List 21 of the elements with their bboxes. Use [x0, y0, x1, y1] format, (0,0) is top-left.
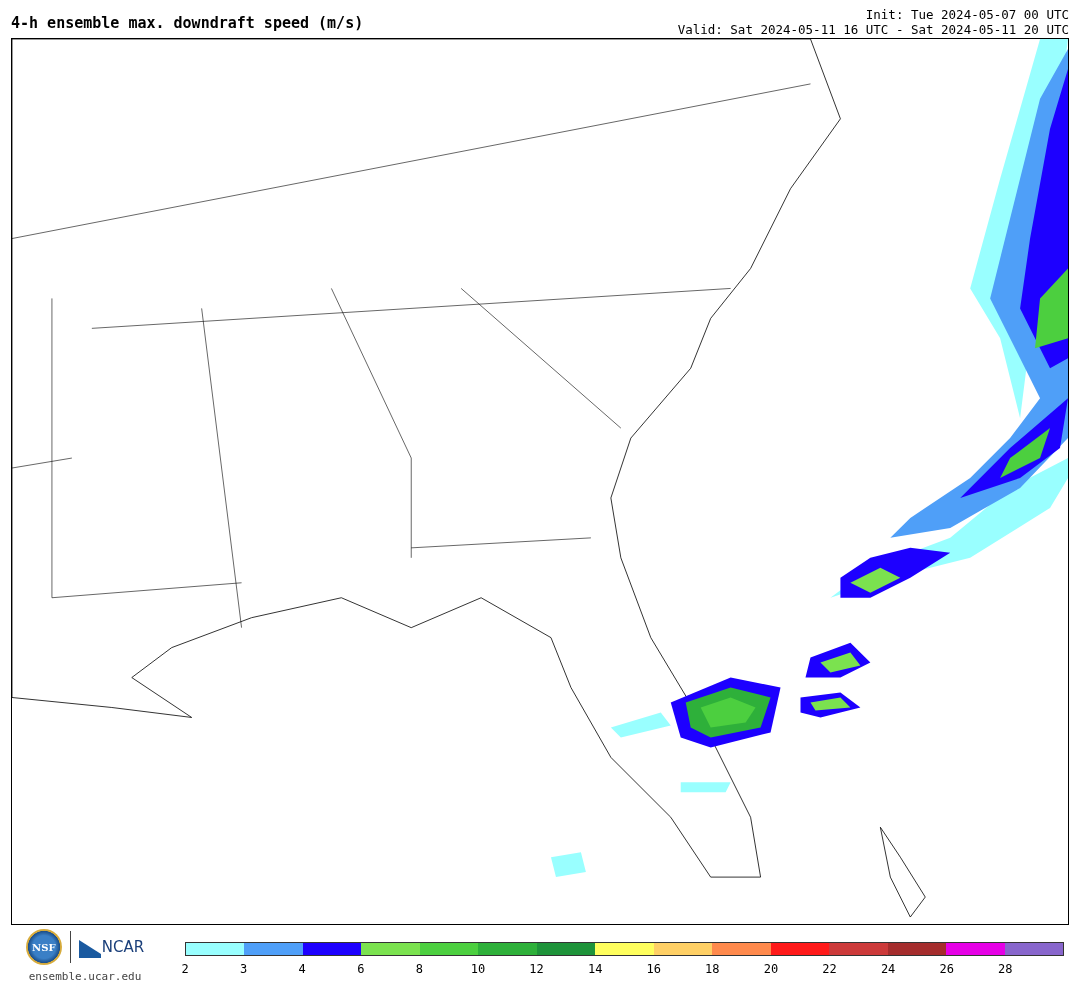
legend-tick-label: 12 [529, 961, 544, 978]
legend-tick-label: 20 [763, 961, 779, 978]
site-url: ensemble.ucar.edu [28, 969, 142, 985]
legend-tick-label: 4 [298, 961, 306, 978]
init-time: Init: Tue 2024-05-07 00 UTC [864, 7, 1069, 22]
ncar-logo: NCAR [78, 935, 145, 959]
legend-tick-label: 26 [939, 961, 954, 978]
legend-tick-label: 18 [705, 961, 720, 978]
chart-title: 4-h ensemble max. downdraft speed (m/s) [11, 13, 364, 34]
legend-tick-label: 3 [240, 961, 248, 978]
legend-tick-label: 14 [587, 961, 603, 978]
legend-tick-label: 6 [357, 961, 365, 978]
legend-tick-label: 10 [470, 961, 486, 978]
valid-time: Valid: Sat 2024-05-11 16 UTC - Sat 2024-05-11 20 UTC [677, 22, 1069, 37]
legend-tick-label: 22 [822, 961, 837, 978]
legend-tick-label: 28 [998, 961, 1013, 978]
legend-tick-label: 2 [181, 961, 189, 978]
legend-tick-label: 16 [646, 961, 661, 978]
legend-tick-label: 8 [415, 961, 423, 978]
nsf-logo: NSF [25, 929, 62, 965]
legend-tick-label: 24 [880, 961, 896, 978]
